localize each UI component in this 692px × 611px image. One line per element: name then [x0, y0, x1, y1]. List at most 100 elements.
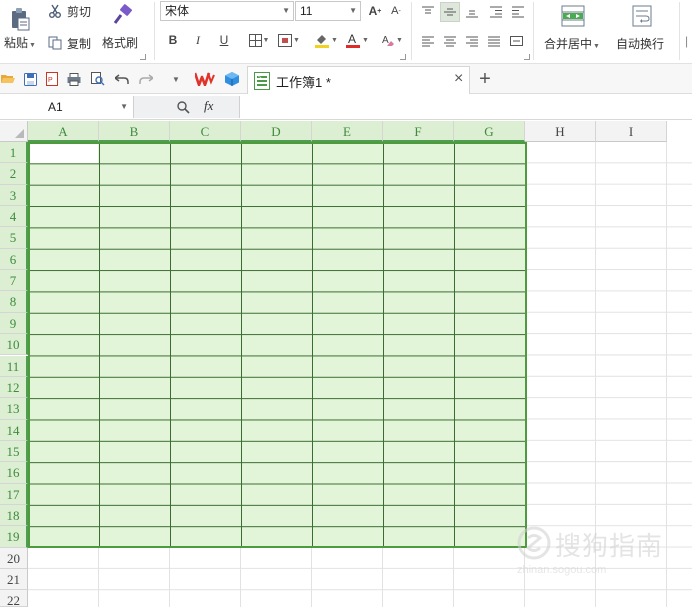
row-header-8[interactable]: 8: [0, 291, 28, 313]
merge-center-icon-button[interactable]: [558, 3, 588, 29]
font-color-button[interactable]: A ▼: [343, 30, 371, 50]
wrap-text-button[interactable]: 自动换行: [616, 35, 664, 52]
row-header-18[interactable]: 18: [0, 504, 28, 527]
clear-format-button[interactable]: A ▼: [378, 30, 406, 50]
column-header-i[interactable]: I: [596, 121, 667, 142]
paste-label[interactable]: 粘贴▼: [4, 34, 36, 51]
paste-icon: [12, 8, 30, 31]
row-header-4[interactable]: 4: [0, 206, 28, 228]
fill-color-button[interactable]: ▼: [312, 30, 340, 50]
document-tab[interactable]: S 工作簿1 * ×: [247, 66, 470, 94]
watermark: 搜狗指南 zhinan.sogou.com: [517, 524, 687, 580]
distributed-align-button[interactable]: [506, 31, 526, 51]
column-header-c[interactable]: C: [170, 121, 241, 142]
merge-cells-icon: [561, 5, 585, 27]
underline-button[interactable]: U: [214, 30, 234, 50]
sogou-logo-icon: [517, 526, 551, 560]
selected-range[interactable]: [28, 142, 527, 548]
undo-icon[interactable]: [114, 71, 130, 87]
row-header-2[interactable]: 2: [0, 163, 28, 185]
separator: [679, 2, 680, 60]
paste-button[interactable]: [4, 4, 36, 34]
borders-button[interactable]: ▼: [246, 30, 272, 50]
customize-toolbar-icon[interactable]: ▼: [168, 71, 184, 87]
row-header-19[interactable]: 19: [0, 526, 28, 548]
column-header-f[interactable]: F: [383, 121, 454, 142]
column-header-b[interactable]: B: [99, 121, 170, 142]
indent-increase-button[interactable]: [508, 2, 528, 22]
quick-access-bar: P ▼ S 工作簿1 * × +: [0, 64, 692, 94]
alignment-dialog-launcher[interactable]: [524, 54, 530, 60]
open-folder-icon[interactable]: [0, 71, 16, 87]
row-header-22[interactable]: 22: [0, 590, 28, 608]
row-header-20[interactable]: 20: [0, 547, 28, 569]
font-name-select[interactable]: 宋体 ▼: [160, 1, 294, 21]
wrap-text-icon-button[interactable]: [628, 3, 656, 29]
cell-style-icon: [278, 33, 293, 47]
align-middle-button[interactable]: [440, 2, 460, 22]
zoom-search-icon[interactable]: [176, 100, 190, 114]
select-all-corner[interactable]: [0, 121, 28, 142]
row-header-7[interactable]: 7: [0, 270, 28, 292]
italic-button[interactable]: I: [188, 30, 208, 50]
cloud-cube-icon[interactable]: [224, 71, 240, 87]
format-painter-label[interactable]: 格式刷: [102, 34, 138, 51]
wps-logo-icon[interactable]: [194, 71, 216, 87]
active-cell[interactable]: [30, 144, 98, 163]
indent-decrease-button[interactable]: [486, 2, 506, 22]
wrap-text-icon: [632, 5, 652, 27]
column-header-h[interactable]: H: [525, 121, 596, 142]
row-header-1[interactable]: 1: [0, 142, 28, 164]
increase-font-button[interactable]: A +: [365, 1, 385, 21]
row-header-9[interactable]: 9: [0, 312, 28, 335]
row-header-3[interactable]: 3: [0, 184, 28, 207]
insert-function-button[interactable]: fx: [204, 98, 213, 114]
row-header-13[interactable]: 13: [0, 398, 28, 420]
print-icon[interactable]: [66, 71, 82, 87]
align-right-button[interactable]: [462, 31, 482, 51]
ribbon-overflow-icon[interactable]: |: [685, 34, 688, 48]
bold-button[interactable]: B: [163, 30, 183, 50]
chevron-down-icon: ▼: [282, 6, 290, 15]
print-preview-icon[interactable]: [90, 71, 106, 87]
decrease-font-button[interactable]: A-: [386, 1, 406, 21]
scissors-icon: [49, 4, 61, 18]
format-painter-button[interactable]: [108, 2, 138, 28]
cut-button[interactable]: 剪切: [48, 1, 100, 21]
row-header-11[interactable]: 11: [0, 355, 28, 377]
font-size-select[interactable]: 11 ▼: [295, 1, 361, 21]
new-tab-icon[interactable]: +: [476, 69, 494, 89]
row-header-6[interactable]: 6: [0, 248, 28, 271]
row-header-12[interactable]: 12: [0, 376, 28, 399]
align-top-button[interactable]: [418, 2, 438, 22]
column-header-e[interactable]: E: [312, 121, 383, 142]
name-box[interactable]: A1 ▼: [0, 96, 134, 118]
column-header-d[interactable]: D: [241, 121, 312, 142]
row-header-17[interactable]: 17: [0, 483, 28, 505]
fill-style-button[interactable]: ▼: [275, 30, 303, 50]
align-left-button[interactable]: [418, 31, 438, 51]
row-header-15[interactable]: 15: [0, 440, 28, 463]
row-header-5[interactable]: 5: [0, 227, 28, 249]
clipboard-dialog-launcher[interactable]: [140, 54, 146, 60]
merge-center-button[interactable]: 合并居中▼: [544, 35, 600, 52]
save-icon[interactable]: [22, 71, 38, 87]
watermark-url: zhinan.sogou.com: [517, 564, 607, 576]
formula-input[interactable]: [241, 96, 692, 118]
row-header-21[interactable]: 21: [0, 569, 28, 591]
row-header-16[interactable]: 16: [0, 462, 28, 484]
row-header-14[interactable]: 14: [0, 419, 28, 441]
align-bottom-button[interactable]: [462, 2, 482, 22]
justify-button[interactable]: [484, 31, 504, 51]
redo-icon[interactable]: [138, 71, 154, 87]
export-pdf-icon[interactable]: P: [44, 71, 60, 87]
font-dialog-launcher[interactable]: [400, 54, 406, 60]
justify-icon: [488, 36, 500, 47]
align-center-button[interactable]: [440, 31, 460, 51]
close-tab-icon[interactable]: ×: [454, 70, 463, 88]
row-header-10[interactable]: 10: [0, 334, 28, 356]
align-middle-icon: [444, 8, 456, 16]
column-header-a[interactable]: A: [28, 121, 99, 142]
column-header-g[interactable]: G: [454, 121, 525, 142]
copy-button[interactable]: 复制: [48, 34, 100, 52]
